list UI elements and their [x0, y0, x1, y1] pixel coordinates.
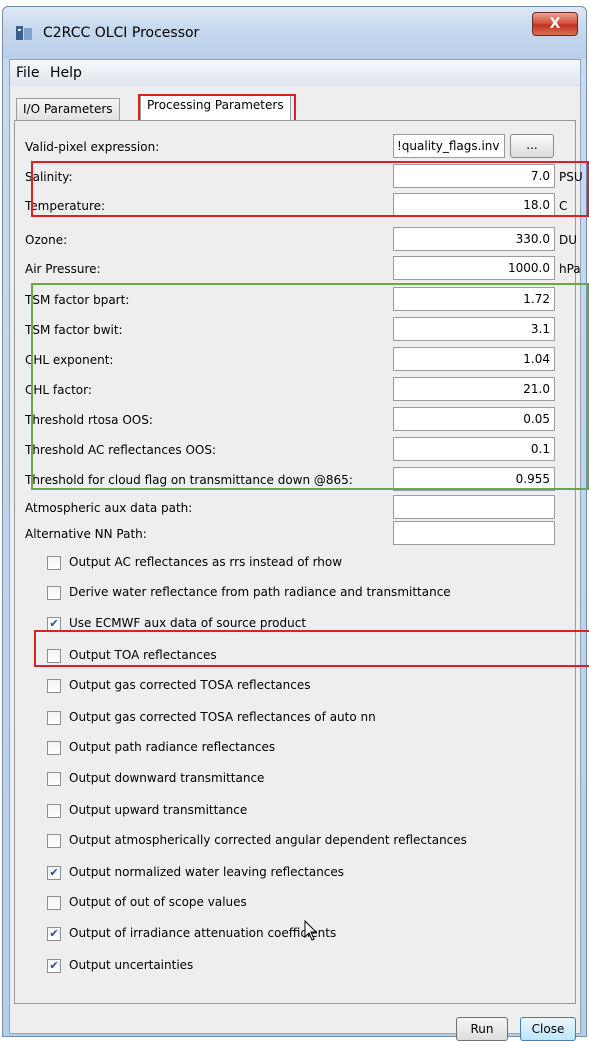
window-title: C2RCC OLCI Processor: [43, 25, 200, 41]
menu-file[interactable]: File: [16, 65, 39, 81]
title-bar[interactable]: C2RCC OLCI Processor X: [3, 7, 586, 59]
checkbox-label: Output AC reflectances as rrs instead of…: [69, 555, 343, 569]
processor-window: C2RCC OLCI Processor X File Help I/O Par…: [2, 6, 589, 1041]
checkbox-checked-icon[interactable]: ✔: [47, 927, 61, 941]
checkbox-label: Output gas corrected TOSA reflectances: [69, 678, 311, 692]
menu-help[interactable]: Help: [50, 65, 82, 81]
ozone-label: Ozone:: [25, 233, 68, 247]
checkbox-checked-icon[interactable]: ✔: [47, 866, 61, 880]
checkbox-unchecked-icon[interactable]: [47, 679, 61, 693]
checkbox-label: Output gas corrected TOSA reflectances o…: [69, 710, 376, 724]
valid-pixel-field[interactable]: !quality_flags.inv: [393, 134, 505, 158]
close-button[interactable]: Close: [520, 1017, 576, 1041]
highlight-salinity-temperature: [31, 161, 589, 217]
highlight-ecmwf: [34, 630, 589, 667]
mouse-cursor-icon: [304, 920, 318, 941]
checkbox-label: Derive water reflectance from path radia…: [69, 585, 451, 599]
window-close-button[interactable]: X: [532, 12, 578, 36]
checkbox-checked-icon[interactable]: ✔: [47, 617, 61, 631]
checkbox-label: Use ECMWF aux data of source product: [69, 616, 307, 630]
ozone-unit: DU: [559, 233, 578, 247]
alternative-nn-path-field[interactable]: [393, 521, 555, 545]
checkbox-unchecked-icon[interactable]: [47, 586, 61, 600]
checkbox-unchecked-icon[interactable]: [47, 896, 61, 910]
checkbox-label: Output of out of scope values: [69, 895, 247, 909]
checkbox-checked-icon[interactable]: ✔: [47, 959, 61, 973]
alternative-nn-path-label: Alternative NN Path:: [25, 527, 147, 541]
air-pressure-field[interactable]: 1000.0: [393, 256, 555, 280]
processing-parameters-panel: Valid-pixel expression: !quality_flags.i…: [14, 120, 583, 1004]
highlight-tsm-chl-thresholds: [31, 283, 589, 490]
checkbox-label: Output of irradiance attenuation coeffic…: [69, 926, 337, 940]
valid-pixel-label: Valid-pixel expression:: [25, 140, 160, 154]
checkbox-label: Output atmospherically corrected angular…: [69, 833, 467, 847]
checkbox-label: Output path radiance reflectances: [69, 740, 276, 754]
ozone-field[interactable]: 330.0: [393, 227, 555, 251]
checkbox-unchecked-icon[interactable]: [47, 772, 61, 786]
checkbox-unchecked-icon[interactable]: [47, 741, 61, 755]
valid-pixel-edit-button[interactable]: ...: [510, 134, 554, 158]
client-area: File Help I/O Parameters Processing Para…: [9, 59, 589, 1041]
app-icon: [16, 26, 32, 40]
checkbox-unchecked-icon[interactable]: [47, 834, 61, 848]
air-pressure-label: Air Pressure:: [25, 262, 101, 276]
checkbox-label: Output downward transmittance: [69, 771, 265, 785]
run-button[interactable]: Run: [456, 1017, 508, 1041]
tab-io-parameters[interactable]: I/O Parameters: [16, 98, 120, 120]
atmospheric-aux-path-label: Atmospheric aux data path:: [25, 501, 193, 515]
checkbox-label: Output normalized water leaving reflecta…: [69, 865, 345, 879]
checkbox-label: Output uncertainties: [69, 958, 194, 972]
checkbox-label: Output upward transmittance: [69, 803, 248, 817]
checkbox-unchecked-icon[interactable]: [47, 804, 61, 818]
menu-bar: File Help: [10, 60, 580, 86]
checkbox-unchecked-icon[interactable]: [47, 711, 61, 725]
atmospheric-aux-path-field[interactable]: [393, 495, 555, 519]
checkbox-unchecked-icon[interactable]: [47, 556, 61, 570]
air-pressure-unit: hPa: [559, 262, 581, 276]
